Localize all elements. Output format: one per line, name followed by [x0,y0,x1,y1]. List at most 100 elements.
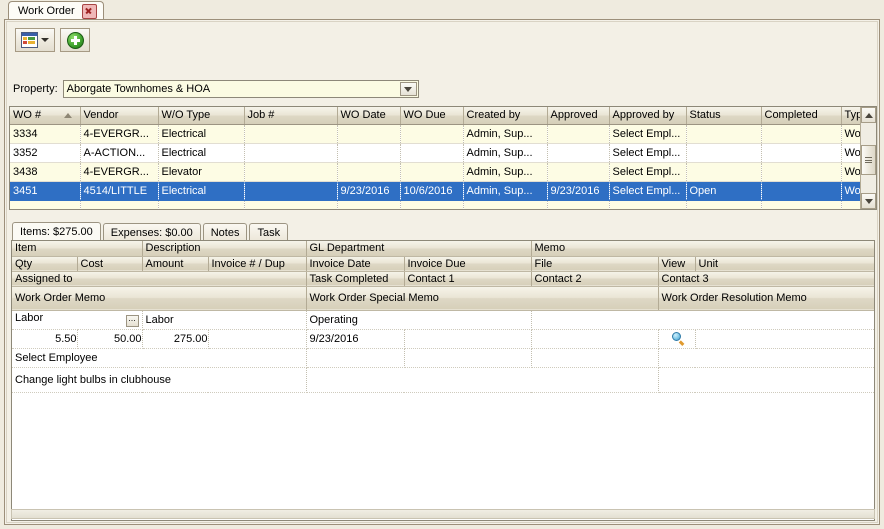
cell-wo-type: Electrical [158,124,245,144]
field-file[interactable] [531,329,659,349]
cell-wo-due [400,124,464,144]
scroll-up-button[interactable] [861,107,876,123]
cell-completed [761,162,842,182]
close-icon[interactable] [81,3,97,19]
field-gl-department[interactable]: Operating [306,310,532,330]
tab-expenses-label: Expenses: $0.00 [110,226,193,239]
add-work-order-button[interactable] [60,28,90,52]
grid-header-row: WO # Vendor W/O Type Job # WO Date WO Du… [10,107,876,125]
table-row[interactable]: 3352 A-ACTION... Electrical Admin, Sup..… [10,143,876,163]
table-row-placeholder[interactable] [10,200,876,209]
cell-vendor: 4-EVERGR... [80,124,159,144]
cell-approved: 9/23/2016 [547,181,610,201]
field-invoice-date[interactable]: 9/23/2016 [306,329,405,349]
header-work-order-resolution-memo: Work Order Resolution Memo [658,286,874,311]
field-contact-3[interactable] [658,348,874,368]
field-work-order-memo[interactable]: Change light bulbs in clubhouse [12,367,307,393]
column-header-wo-date[interactable]: WO Date [337,107,401,125]
table-row[interactable]: 3334 4-EVERGR... Electrical Admin, Sup..… [10,124,876,144]
detail-data-row-1[interactable]: Labor ... Labor Operating [12,310,874,330]
table-row-selected[interactable]: 3451 4514/LITTLE Electrical 9/23/2016 10… [10,181,876,201]
cell-empty [547,200,610,209]
cell-approved-by: Select Empl... [609,143,687,163]
column-header-wo-type[interactable]: W/O Type [158,107,245,125]
triangle-down-icon [864,198,873,204]
field-unit[interactable] [695,329,874,349]
tab-task[interactable]: Task [249,223,289,241]
tab-task-label: Task [257,226,281,239]
column-header-wo-number[interactable]: WO # [10,107,81,125]
column-header-approved[interactable]: Approved [547,107,610,125]
add-plus-icon [66,31,84,49]
column-header-job-number[interactable]: Job # [244,107,338,125]
field-item[interactable]: Labor ... [12,310,143,330]
detail-data-row-2[interactable]: 5.50 50.00 275.00 9/23/2016 [12,329,874,349]
scrollbar-thumb[interactable] [861,145,876,175]
tab-notes[interactable]: Notes [202,223,248,241]
property-combobox[interactable]: Aborgate Townhomes & HOA [62,80,419,98]
header-invoice-number-dup: Invoice # / Dup [208,256,307,272]
cell-status: Open [686,181,762,201]
cell-created-by: Admin, Sup... [463,124,548,144]
cell-vendor: 4514/LITTLE [80,181,159,201]
column-header-status[interactable]: Status [686,107,762,125]
column-header-approved-by[interactable]: Approved by [609,107,687,125]
detail-header-row-3: Assigned to Task Completed Contact 1 Con… [12,271,874,287]
cell-wo-number: 3451 [10,181,81,201]
field-contact-2[interactable] [531,348,659,368]
field-description[interactable]: Labor [142,310,307,330]
tab-expenses[interactable]: Expenses: $0.00 [102,223,201,241]
panel-footer [11,509,875,519]
tab-items[interactable]: Items: $275.00 [12,222,101,241]
field-assigned-to[interactable]: Select Employee [12,348,307,368]
cell-empty [337,200,401,209]
detail-data-row-3[interactable]: Select Employee [12,348,874,368]
chevron-down-icon[interactable] [41,38,49,42]
column-header-created-by[interactable]: Created by [463,107,548,125]
grid-vertical-scrollbar[interactable] [860,107,876,209]
cell-wo-date: 9/23/2016 [337,181,401,201]
cell-approved-by: Select Empl... [609,162,687,182]
cell-status [686,124,762,144]
cell-empty [158,200,245,209]
field-view[interactable] [658,329,696,349]
header-view: View [658,256,696,272]
detail-tab-bar: Items: $275.00 Expenses: $0.00 Notes Tas… [12,222,289,241]
column-header-vendor[interactable]: Vendor [80,107,159,125]
field-work-order-resolution-memo[interactable] [658,367,874,393]
search-magnifier-icon[interactable] [671,332,685,346]
field-task-completed[interactable] [306,348,405,368]
chevron-down-icon[interactable] [399,82,417,96]
tab-items-label: Items: $275.00 [20,226,93,238]
field-invoice-number-dup[interactable] [208,329,307,349]
cell-completed [761,181,842,201]
field-invoice-due[interactable] [404,329,532,349]
cell-wo-number: 3352 [10,143,81,163]
cell-job-number [244,124,338,144]
column-header-wo-due[interactable]: WO Due [400,107,464,125]
scroll-down-button[interactable] [861,193,876,209]
detail-data-row-4[interactable]: Change light bulbs in clubhouse [12,367,874,393]
header-memo: Memo [531,241,874,257]
table-row[interactable]: 3438 4-EVERGR... Elevator Admin, Sup... … [10,162,876,182]
cell-completed [761,124,842,144]
field-memo[interactable] [531,310,874,330]
work-order-grid[interactable]: WO # Vendor W/O Type Job # WO Date WO Du… [9,106,877,210]
cell-empty [463,200,548,209]
detail-header-row-4: Work Order Memo Work Order Special Memo … [12,286,874,311]
field-amount[interactable]: 275.00 [142,329,209,349]
field-work-order-special-memo[interactable] [306,367,659,393]
grid-view-button[interactable] [15,28,55,52]
ellipsis-button[interactable]: ... [125,314,139,327]
field-qty[interactable]: 5.50 [12,329,78,349]
work-order-panel: Property: Aborgate Townhomes & HOA WO # … [4,19,880,525]
column-header-completed[interactable]: Completed [761,107,842,125]
header-work-order-special-memo: Work Order Special Memo [306,286,659,311]
column-header-label: WO Due [403,109,446,122]
cell-approved [547,162,610,182]
tab-work-order[interactable]: Work Order [8,1,104,20]
triangle-up-icon [864,112,873,118]
header-item: Item [12,241,143,257]
field-cost[interactable]: 50.00 [77,329,143,349]
field-contact-1[interactable] [404,348,532,368]
